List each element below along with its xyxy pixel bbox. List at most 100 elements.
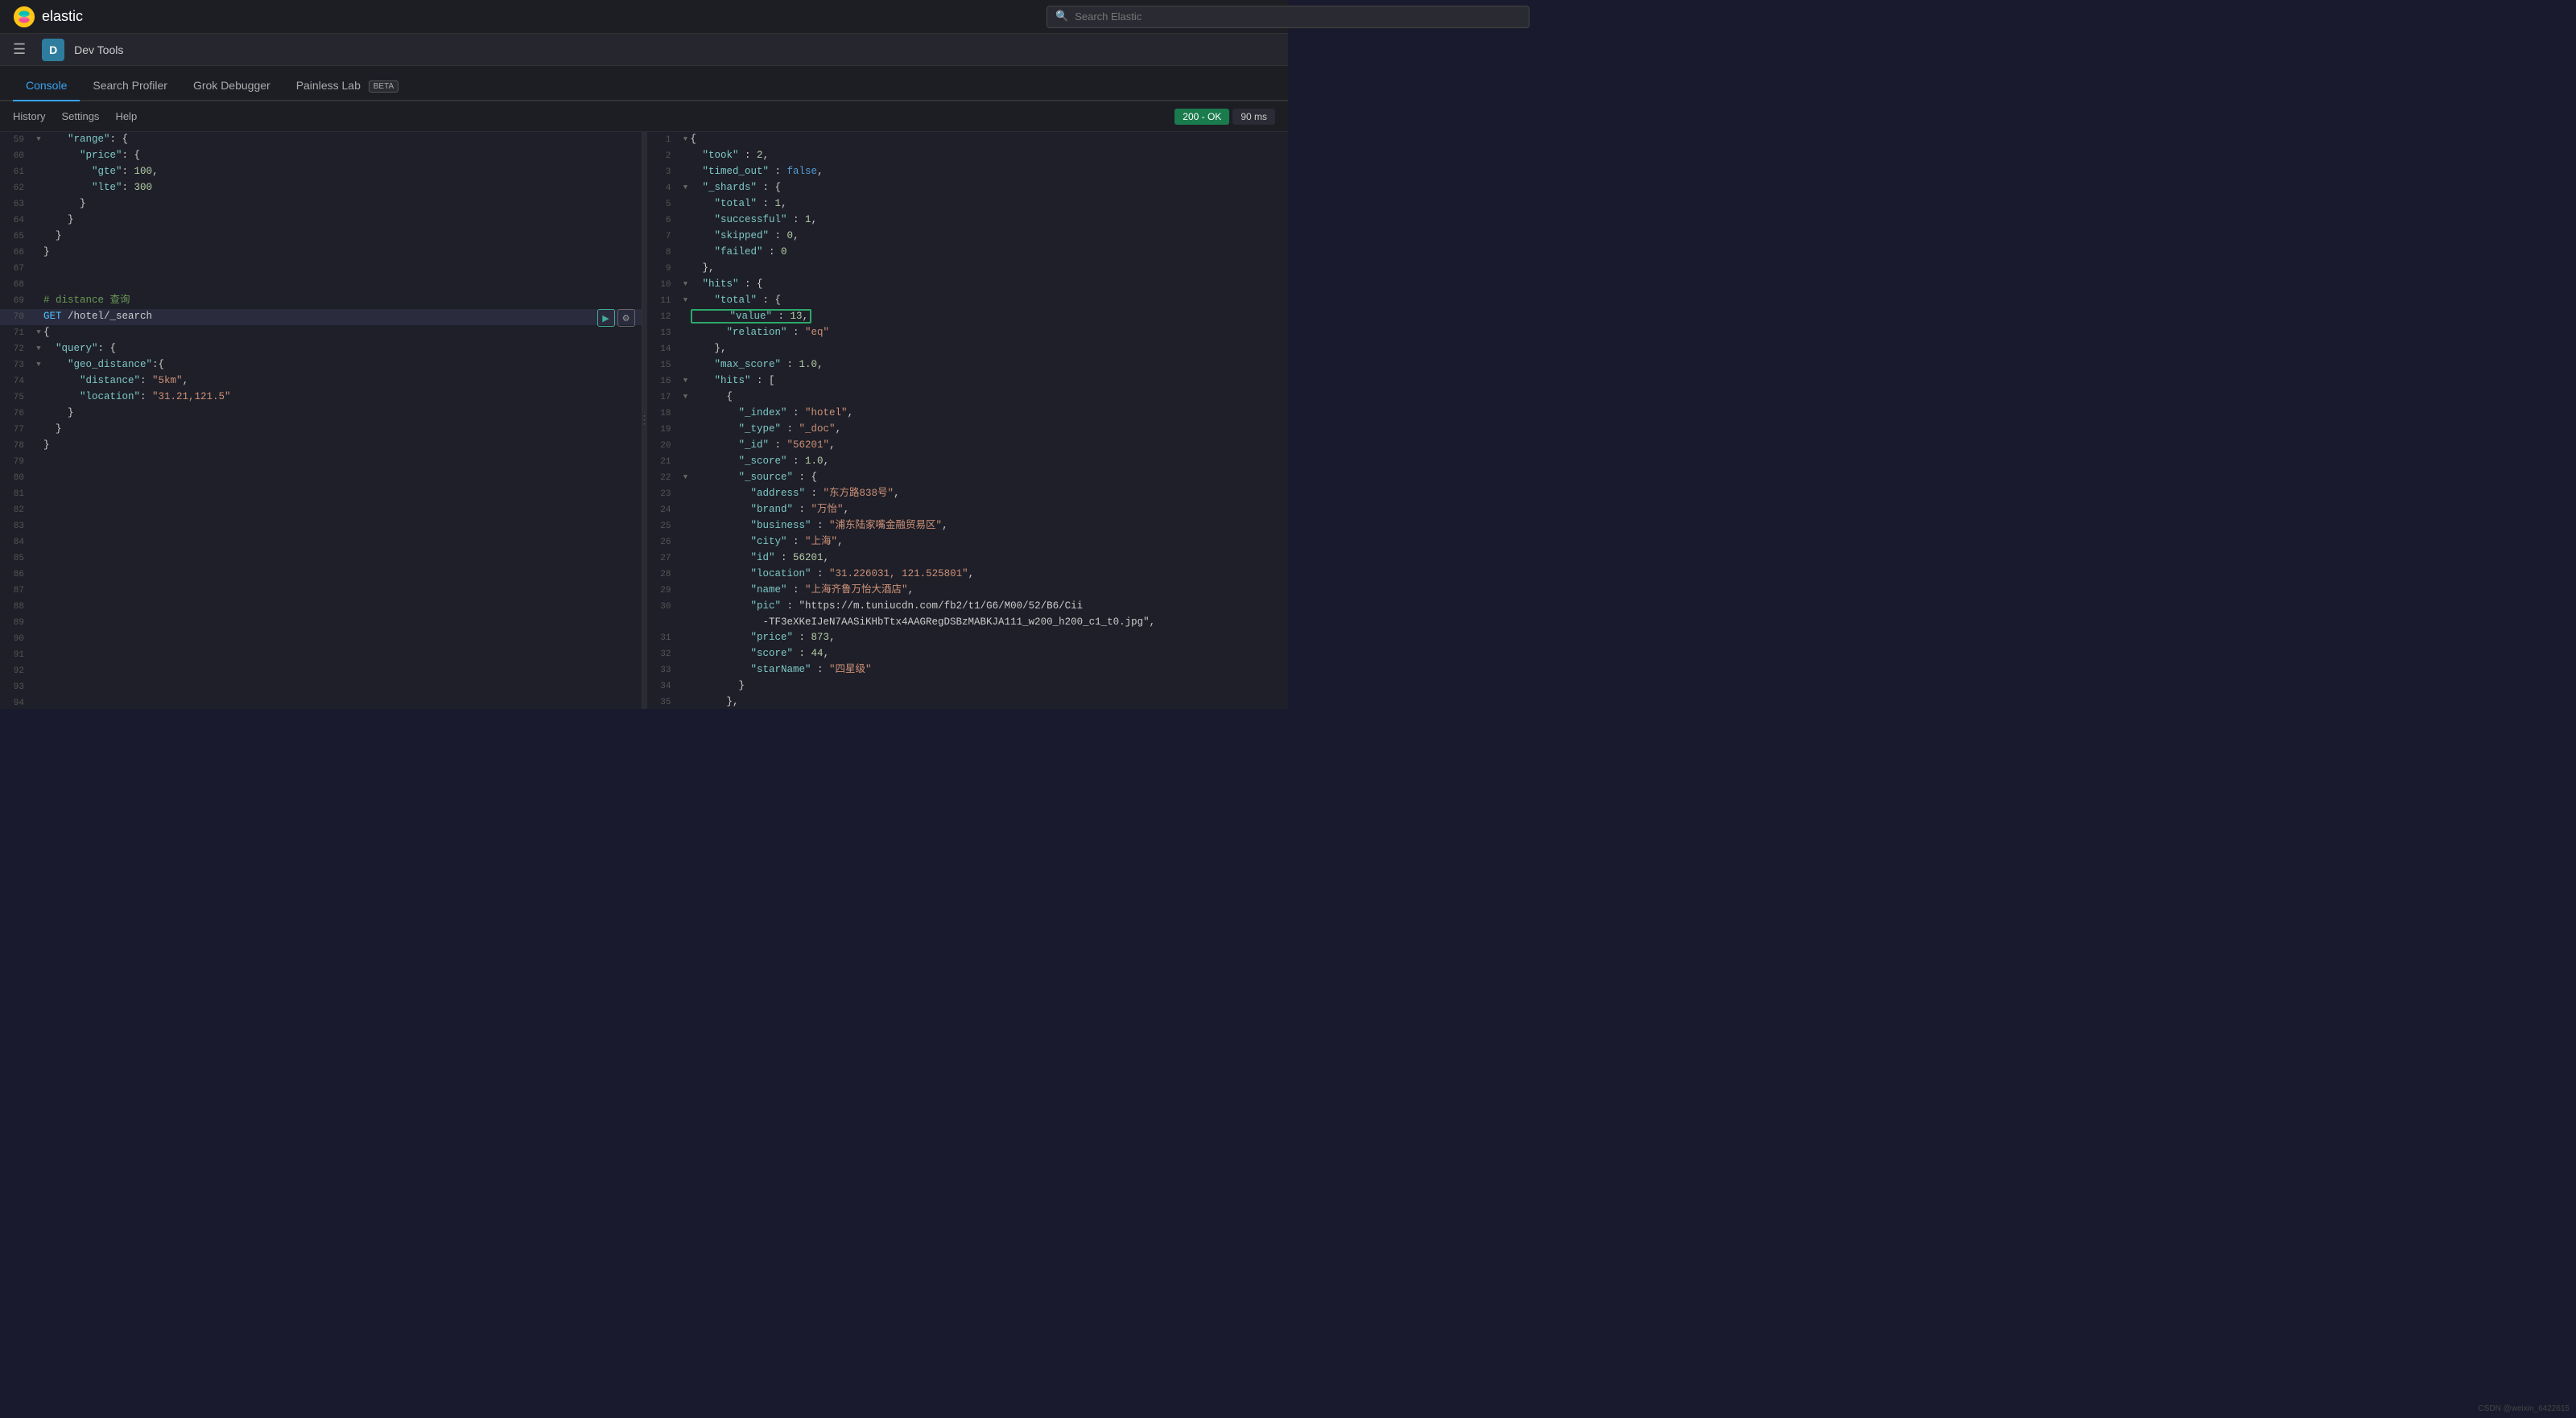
output-line-content: "address" : "东方路838号", (691, 486, 1282, 501)
line-number: 84 (0, 534, 34, 550)
output-line-content: } (691, 678, 1282, 694)
output-line-number: 16 (647, 373, 681, 390)
fold-icon[interactable]: ▼ (34, 132, 43, 147)
output-line-number: 6 (647, 212, 681, 229)
output-line: 5 "total" : 1, (647, 196, 1289, 212)
line-content: } (43, 422, 635, 437)
output-line: 12 "value" : 13, (647, 309, 1289, 325)
tab-search-profiler[interactable]: Search Profiler (80, 71, 180, 101)
editor-line: 87 (0, 583, 642, 599)
output-line-content: "_source" : { (691, 470, 1282, 485)
history-button[interactable]: History (13, 110, 45, 122)
run-button[interactable]: ▶ (597, 309, 615, 327)
output-line-content: "_shards" : { (691, 180, 1282, 196)
output-line-number: 31 (647, 630, 681, 646)
tab-console[interactable]: Console (13, 71, 80, 101)
search-input[interactable] (1075, 10, 1521, 23)
output-line: 11▼ "total" : { (647, 293, 1289, 309)
output-line-content: "_score" : 1.0, (691, 454, 1282, 469)
editor-line: 60 "price": { (0, 148, 642, 164)
editor-line: 94 (0, 695, 642, 709)
line-number: 83 (0, 518, 34, 534)
line-number: 77 (0, 422, 34, 438)
output-code-area[interactable]: 1▼{2 "took" : 2,3 "timed_out" : false,4▼… (647, 132, 1289, 709)
highlighted-value: "value" : 13, (691, 309, 812, 324)
line-number: 81 (0, 486, 34, 502)
tab-grok-debugger[interactable]: Grok Debugger (180, 71, 283, 101)
output-line-number: 26 (647, 534, 681, 550)
output-line-number: 20 (647, 438, 681, 454)
fold-icon[interactable]: ▼ (34, 341, 43, 357)
line-content: } (43, 438, 635, 453)
line-content: } (43, 212, 635, 228)
output-panel: 1▼{2 "took" : 2,3 "timed_out" : false,4▼… (647, 132, 1289, 709)
output-line: 3 "timed_out" : false, (647, 164, 1289, 180)
secondary-navigation: ☰ D Dev Tools (0, 34, 1288, 66)
output-fold-icon[interactable]: ▼ (681, 293, 691, 308)
output-line-content: "successful" : 1, (691, 212, 1282, 228)
editor-line: 74 "distance": "5km", (0, 373, 642, 390)
output-line-content: }, (691, 261, 1282, 276)
editor-code-area[interactable]: 59▼ "range": {60 "price": {61 "gte": 100… (0, 132, 642, 709)
output-line-number: 10 (647, 277, 681, 293)
top-navigation: elastic 🔍 ⚙ 👤 (0, 0, 1288, 34)
output-line-content: "_id" : "56201", (691, 438, 1282, 453)
watermark: CSDN @weixin_6422615 (2478, 1404, 2570, 1413)
output-line-number: 12 (647, 309, 681, 325)
output-line-content: { (691, 390, 1282, 405)
elastic-brand-text: elastic (42, 8, 83, 25)
line-number: 82 (0, 502, 34, 518)
app-badge: D (42, 39, 64, 61)
line-content: # distance 查询 (43, 293, 635, 308)
editor-line: 81 (0, 486, 642, 502)
line-number: 78 (0, 438, 34, 454)
line-content: } (43, 406, 635, 421)
copy-button[interactable]: ⚙ (617, 309, 635, 327)
line-number: 89 (0, 615, 34, 631)
editor-line: 88 (0, 599, 642, 615)
output-line-number: 15 (647, 357, 681, 373)
editor-line: 92 (0, 663, 642, 679)
output-line-number: 27 (647, 550, 681, 567)
fold-icon[interactable]: ▼ (34, 325, 43, 340)
editor-line: 70GET /hotel/_search▶⚙ (0, 309, 642, 325)
output-line-content: "total" : 1, (691, 196, 1282, 212)
fold-icon[interactable]: ▼ (34, 357, 43, 373)
output-line: 20 "_id" : "56201", (647, 438, 1289, 454)
line-number: 61 (0, 164, 34, 180)
settings-button[interactable]: Settings (61, 110, 99, 122)
output-line-number: 21 (647, 454, 681, 470)
output-line-number: 13 (647, 325, 681, 341)
hamburger-menu-icon[interactable]: ☰ (13, 41, 26, 59)
output-fold-icon[interactable]: ▼ (681, 132, 691, 147)
output-line-content: "failed" : 0 (691, 245, 1282, 260)
status-time-badge: 90 ms (1232, 109, 1275, 125)
output-line-number: 22 (647, 470, 681, 486)
output-line-content: "brand" : "万怡", (691, 502, 1282, 517)
help-button[interactable]: Help (115, 110, 137, 122)
output-line: 28 "location" : "31.226031, 121.525801", (647, 567, 1289, 583)
output-fold-icon[interactable]: ▼ (681, 180, 691, 196)
output-fold-icon[interactable]: ▼ (681, 373, 691, 389)
output-line: 24 "brand" : "万怡", (647, 502, 1289, 518)
output-line: 34 } (647, 678, 1289, 695)
editor-line: 59▼ "range": { (0, 132, 642, 148)
editor-line: 75 "location": "31.21,121.5" (0, 390, 642, 406)
output-fold-icon[interactable]: ▼ (681, 277, 691, 292)
line-number: 80 (0, 470, 34, 486)
tab-painless-lab[interactable]: Painless Lab BETA (283, 71, 411, 101)
output-fold-icon[interactable]: ▼ (681, 470, 691, 485)
output-line: 9 }, (647, 261, 1289, 277)
line-number: 94 (0, 695, 34, 709)
editor-line: 68 (0, 277, 642, 293)
output-line-content: }, (691, 695, 1282, 709)
output-line: 16▼ "hits" : [ (647, 373, 1289, 390)
line-number: 74 (0, 373, 34, 390)
elastic-logo-icon (13, 6, 35, 28)
output-line: 19 "_type" : "_doc", (647, 422, 1289, 438)
output-fold-icon[interactable]: ▼ (681, 390, 691, 405)
editor-line: 85 (0, 550, 642, 567)
run-button-area: ▶⚙ (597, 309, 635, 327)
line-content: } (43, 196, 635, 212)
global-search-bar[interactable]: 🔍 (1046, 6, 1530, 28)
